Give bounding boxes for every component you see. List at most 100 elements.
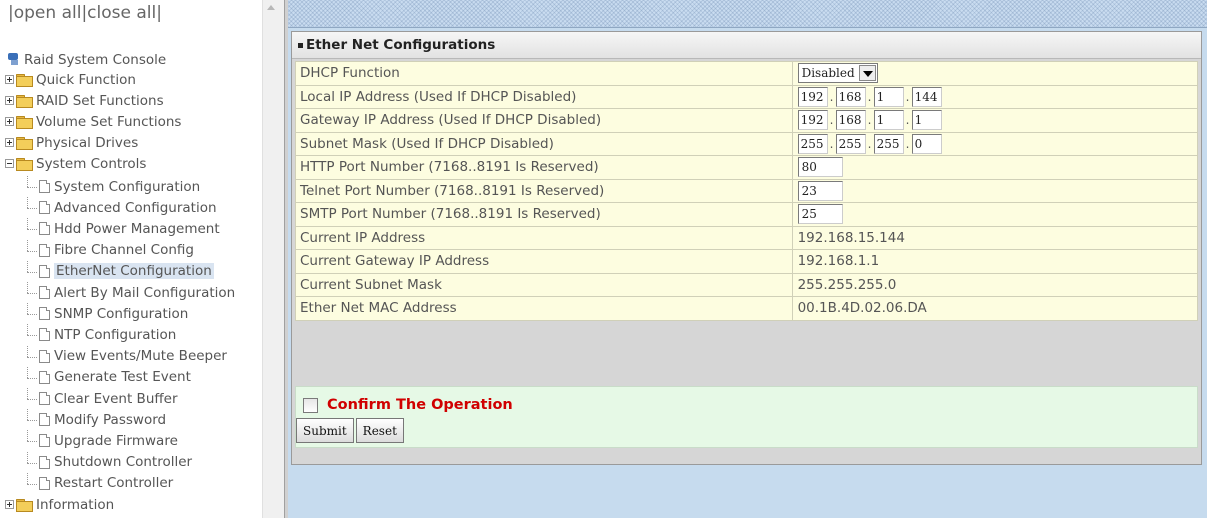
gateway-ip-octet-4[interactable]: 1	[911, 110, 942, 131]
local-ip-octet-2[interactable]: 168	[835, 86, 866, 107]
page-icon	[39, 328, 50, 342]
tree-connector	[17, 345, 39, 367]
submit-button[interactable]: Submit	[296, 418, 354, 443]
tree-connector	[17, 324, 39, 345]
tree-item-ntp-configuration[interactable]: NTP Configuration	[17, 324, 176, 345]
tree-item-upgrade-firmware[interactable]: Upgrade Firmware	[17, 430, 178, 451]
tree-item-view-events-mute-beeper[interactable]: View Events/Mute Beeper	[17, 345, 227, 367]
http-port-input[interactable]: 80	[797, 157, 843, 178]
tree-group-volume-set-functions[interactable]: Volume Set Functions	[5, 111, 181, 132]
page-icon	[39, 222, 50, 236]
current-gateway-value: 192.168.1.1	[791, 249, 1199, 274]
folder-icon	[16, 498, 33, 512]
tree-item-snmp-configuration[interactable]: SNMP Configuration	[17, 303, 188, 324]
tree-connector	[17, 197, 39, 218]
ethernet-config-panel: Ether Net Configurations DHCP Function D…	[291, 31, 1202, 465]
tree-item-label: Shutdown Controller	[54, 454, 193, 471]
tree-item-label: NTP Configuration	[54, 326, 177, 343]
tree-connector	[17, 409, 39, 430]
tree-item-label: EtherNet Configuration	[54, 263, 214, 280]
scroll-up-arrow-icon[interactable]	[267, 5, 275, 10]
subnet-octet-3[interactable]: 255	[873, 133, 904, 154]
reset-button[interactable]: Reset	[355, 418, 404, 443]
tree-item-label: Advanced Configuration	[54, 199, 217, 216]
folder-open-icon	[16, 157, 33, 171]
page-icon	[39, 349, 50, 363]
gateway-ip-octet-2[interactable]: 168	[835, 110, 866, 131]
tree-item-label: SNMP Configuration	[54, 305, 189, 322]
close-all-link[interactable]: close all	[87, 3, 156, 23]
tree-connector	[17, 451, 39, 473]
gateway-ip-octet-3[interactable]: 1	[873, 110, 904, 131]
tree-group-system-controls[interactable]: System Controls	[5, 153, 146, 174]
expand-icon[interactable]	[5, 138, 14, 147]
tree-group-label: Quick Function	[36, 71, 136, 88]
local-ip-octet-3[interactable]: 1	[873, 86, 904, 107]
tree-item-modify-password[interactable]: Modify Password	[17, 409, 166, 430]
gateway-ip-octet-1[interactable]: 192	[797, 110, 828, 131]
subnet-input: 255. 255. 255. 0	[797, 133, 942, 154]
confirm-checkbox[interactable]	[303, 397, 318, 413]
expand-icon[interactable]	[5, 75, 14, 84]
table-row: Current IP Address 192.168.15.144	[295, 225, 1199, 250]
page-icon	[39, 392, 50, 405]
tree-group-label: Volume Set Functions	[36, 113, 182, 130]
dropdown-arrow-icon[interactable]	[858, 65, 876, 82]
tree-item-label: Alert By Mail Configuration	[54, 284, 236, 301]
tree-item-generate-test-event[interactable]: Generate Test Event	[17, 366, 191, 388]
confirm-row: Confirm The Operation	[303, 397, 513, 413]
telnet-port-label: Telnet Port Number (7168..8191 Is Reserv…	[295, 178, 793, 203]
tree-connector	[17, 366, 39, 388]
smtp-port-input[interactable]: 25	[797, 204, 843, 225]
tree-root[interactable]: Raid System Console	[7, 49, 166, 70]
subnet-label: Subnet Mask (Used If DHCP Disabled)	[295, 131, 793, 156]
mac-address-label: Ether Net MAC Address	[295, 296, 793, 321]
table-row: Ether Net MAC Address 00.1B.4D.02.06.DA	[295, 296, 1199, 321]
subnet-octet-2[interactable]: 255	[835, 133, 866, 154]
tree-group-physical-drives[interactable]: Physical Drives	[5, 132, 138, 153]
local-ip-octet-4[interactable]: 144	[911, 86, 942, 107]
gateway-ip-label: Gateway IP Address (Used If DHCP Disable…	[295, 108, 793, 133]
tree-connector	[17, 430, 39, 451]
folder-icon	[16, 115, 33, 129]
tree-item-label: Clear Event Buffer	[54, 390, 178, 407]
tree-scrollbar[interactable]	[262, 0, 284, 518]
tree-item-clear-event-buffer[interactable]: Clear Event Buffer	[17, 388, 178, 409]
expand-icon[interactable]	[5, 117, 14, 126]
local-ip-octet-1[interactable]: 192	[797, 86, 828, 107]
tree-item-restart-controller[interactable]: Restart Controller	[17, 472, 173, 494]
config-table: DHCP Function Disabled Local IP Address …	[295, 61, 1199, 321]
tree-item-advanced-configuration[interactable]: Advanced Configuration	[17, 197, 217, 218]
tree-item-alert-by-mail-configuration[interactable]: Alert By Mail Configuration	[17, 282, 235, 303]
expand-icon[interactable]	[5, 96, 14, 105]
tree-group-quick-function[interactable]: Quick Function	[5, 69, 136, 90]
expand-icon[interactable]	[5, 500, 14, 509]
tree-item-ethernet-configuration[interactable]: EtherNet Configuration	[17, 260, 214, 282]
confirm-section: Confirm The Operation Submit Reset	[295, 386, 1198, 448]
tree-connector	[17, 472, 39, 494]
tree-connector	[17, 282, 39, 303]
telnet-port-input[interactable]: 23	[797, 180, 843, 201]
console-icon	[7, 53, 20, 66]
page-icon	[39, 413, 50, 427]
confirm-label: Confirm The Operation	[327, 397, 513, 413]
tree-item-fibre-channel-config[interactable]: Fibre Channel Config	[17, 239, 194, 261]
open-all-link[interactable]: open all	[14, 3, 82, 23]
tree-group-label: RAID Set Functions	[36, 92, 164, 109]
page-icon	[39, 180, 50, 193]
tree-item-shutdown-controller[interactable]: Shutdown Controller	[17, 451, 193, 473]
tree-toggle-links: |open all|close all|	[8, 3, 162, 23]
tree-item-system-configuration[interactable]: System Configuration	[17, 176, 200, 197]
tree-connector	[17, 218, 39, 239]
tree-item-hdd-power-management[interactable]: Hdd Power Management	[17, 218, 220, 239]
local-ip-label: Local IP Address (Used If DHCP Disabled)	[295, 84, 793, 109]
local-ip-input: 192. 168. 1. 144	[797, 86, 942, 107]
smtp-port-label: SMTP Port Number (7168..8191 Is Reserved…	[295, 202, 793, 227]
collapse-icon[interactable]	[5, 159, 14, 168]
tree-group-raid-set-functions[interactable]: RAID Set Functions	[5, 90, 164, 111]
tree-group-information[interactable]: Information	[5, 494, 114, 515]
page-icon	[39, 307, 50, 321]
dhcp-select[interactable]: Disabled	[797, 63, 878, 84]
subnet-octet-4[interactable]: 0	[911, 133, 942, 154]
subnet-octet-1[interactable]: 255	[797, 133, 828, 154]
